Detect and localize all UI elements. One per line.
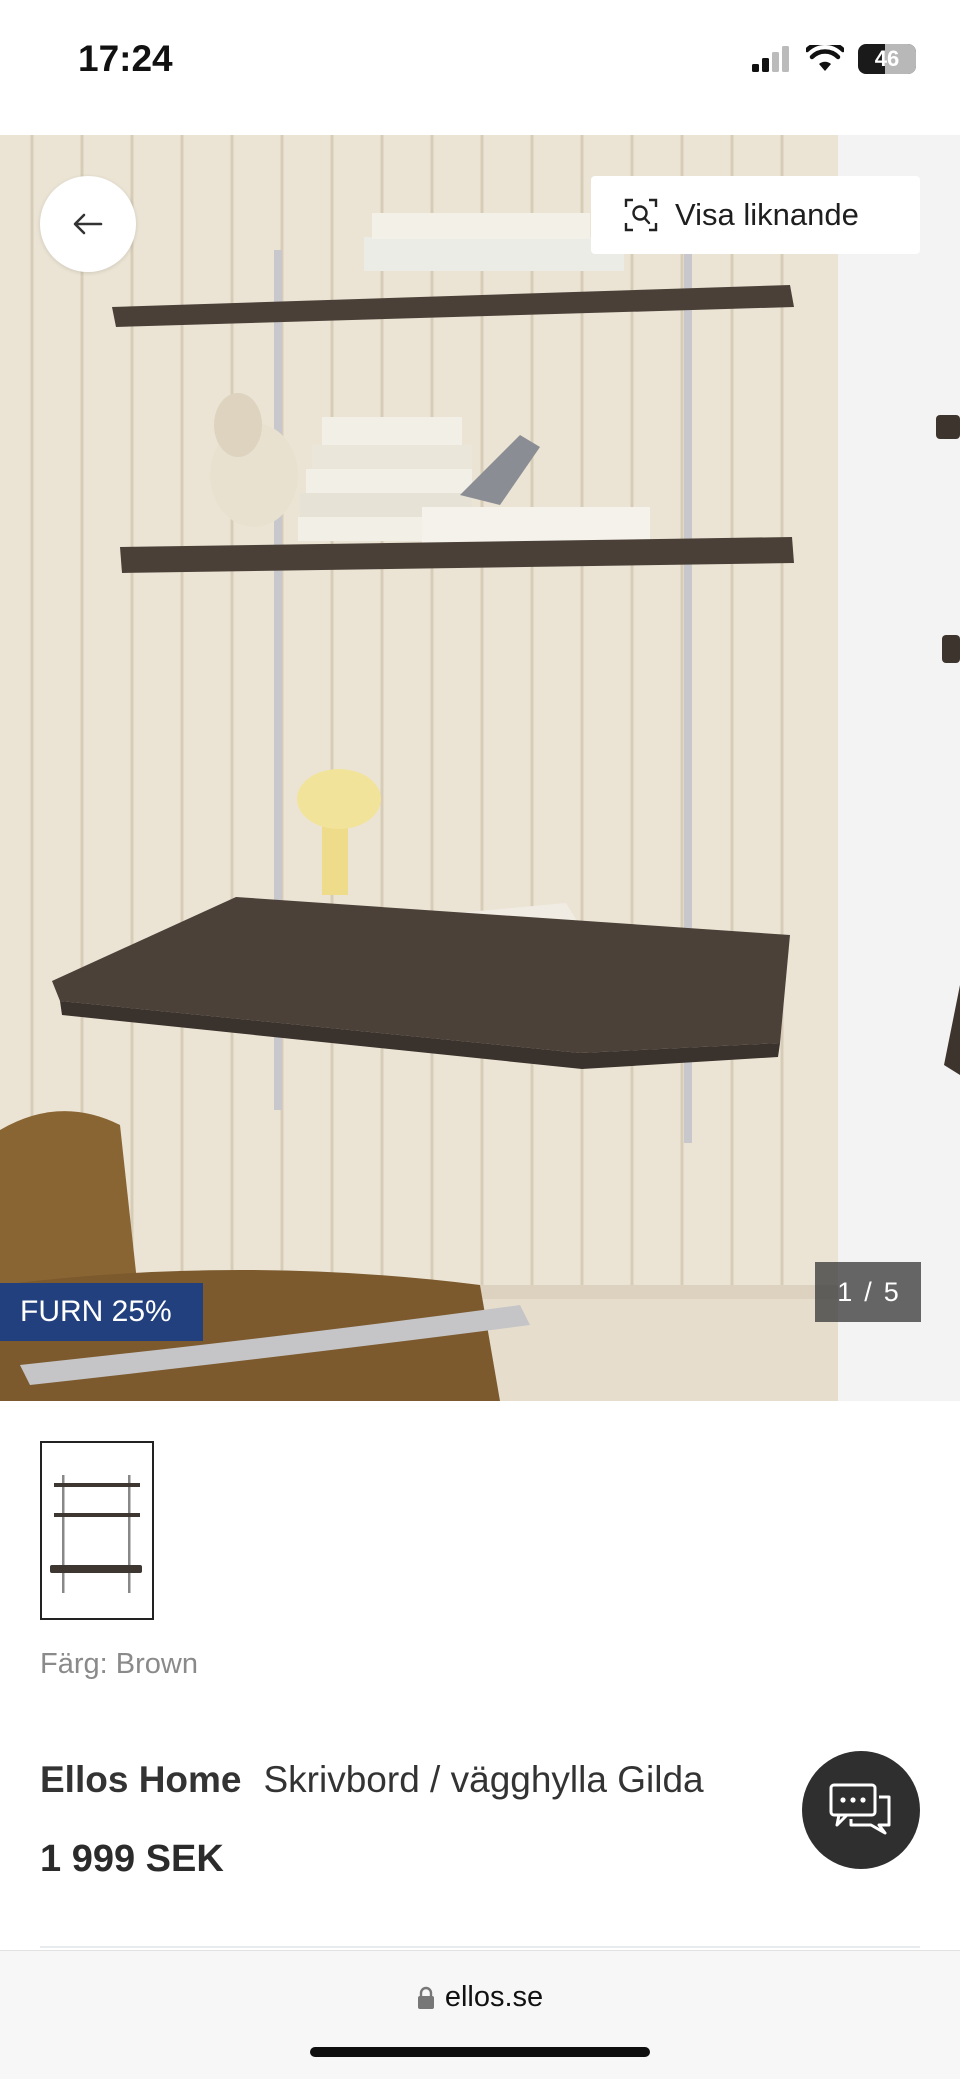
- product-image-gallery[interactable]: [0, 135, 960, 1401]
- signal-icon: [752, 46, 789, 72]
- back-button[interactable]: [40, 176, 136, 272]
- next-photo-preview: [838, 135, 960, 1401]
- product-price: 1 999 SEK: [40, 1838, 224, 1880]
- brand-name[interactable]: Ellos Home: [40, 1759, 242, 1800]
- color-variant-thumbnail[interactable]: [40, 1441, 154, 1620]
- discount-badge: FURN 25%: [0, 1283, 203, 1341]
- page-separator: /: [864, 1276, 872, 1307]
- battery-icon: 46: [858, 44, 916, 74]
- lock-icon: [417, 1986, 434, 2009]
- url-text: ellos.se: [444, 1981, 544, 2013]
- battery-level: 46: [874, 46, 900, 71]
- visual-search-icon: [624, 198, 658, 232]
- product-photo: [0, 135, 838, 1401]
- page-current: 1: [837, 1276, 853, 1307]
- status-icons: 46: [752, 44, 916, 74]
- status-bar: 17:24 46: [0, 0, 960, 135]
- image-page-counter: 1 / 5: [815, 1262, 921, 1322]
- product-name: Skrivbord / vägghylla Gilda: [263, 1759, 704, 1800]
- show-similar-button[interactable]: Visa liknande: [591, 176, 920, 254]
- home-indicator[interactable]: [310, 2047, 650, 2057]
- page-total: 5: [883, 1276, 899, 1307]
- show-similar-label: Visa liknande: [675, 197, 859, 232]
- chat-button[interactable]: [802, 1751, 920, 1869]
- url-row[interactable]: ellos.se: [0, 1981, 960, 2014]
- color-label: Färg: Brown: [40, 1648, 198, 1680]
- arrow-left-icon: [73, 213, 103, 235]
- section-divider: [40, 1946, 920, 1948]
- chat-bubbles-icon: [829, 1783, 891, 1835]
- product-title: Ellos Home Skrivbord / vägghylla Gilda: [40, 1759, 704, 1801]
- browser-address-bar[interactable]: ellos.se: [0, 1950, 960, 2079]
- status-time: 17:24: [78, 38, 173, 79]
- wifi-icon: [806, 45, 844, 71]
